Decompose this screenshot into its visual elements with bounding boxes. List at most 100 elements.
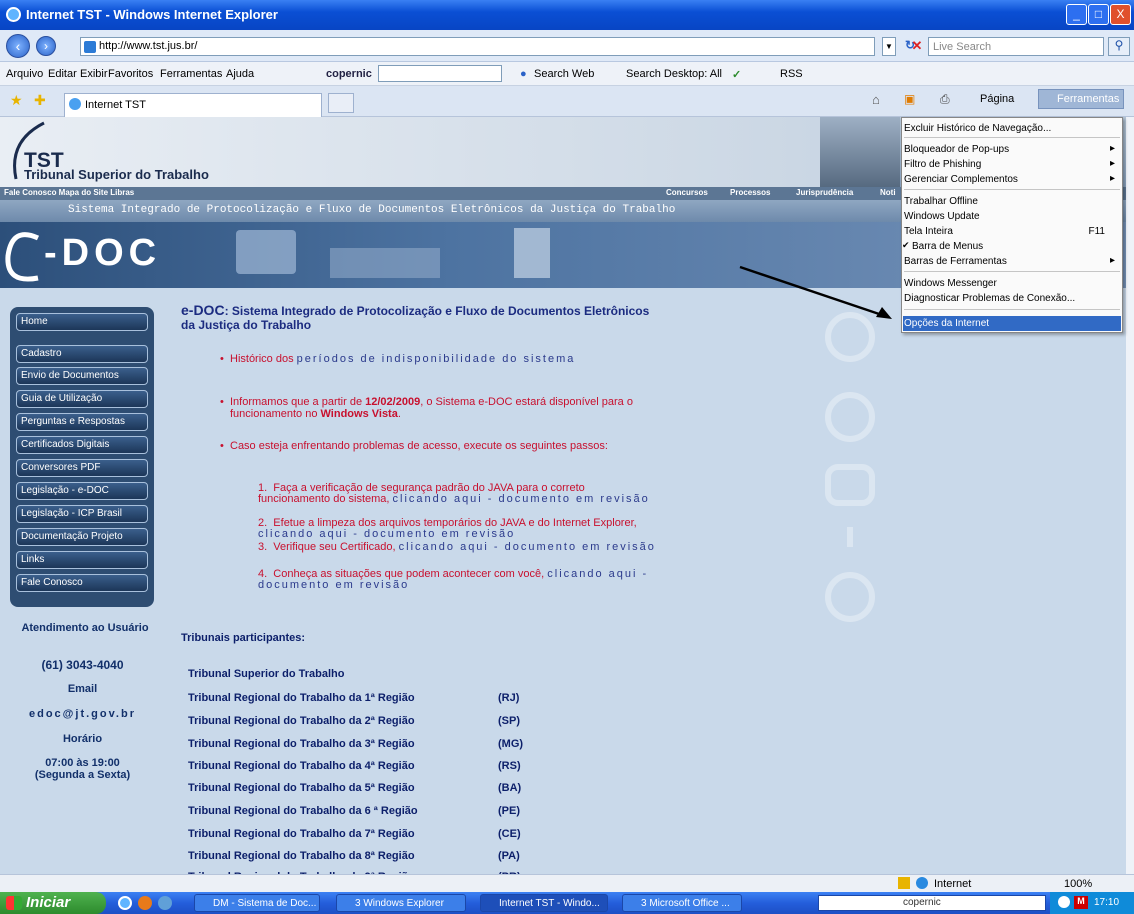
taskbar-office[interactable]: 3 Microsoft Office ...: [622, 894, 742, 912]
back-icon[interactable]: ‹: [6, 34, 30, 58]
link-jurisprudencia[interactable]: Jurisprudência: [796, 188, 853, 197]
menu-favoritos[interactable]: Favoritos: [108, 68, 153, 80]
copernic-taskbar-search[interactable]: copernic: [818, 895, 1046, 911]
tribunal-name[interactable]: Tribunal Regional do Trabalho da 3ª Regi…: [188, 738, 415, 750]
url-input[interactable]: http://www.tst.jus.br/: [80, 37, 875, 56]
dias-value: (Segunda a Sexta): [34, 769, 131, 781]
rss-button[interactable]: RSS: [780, 68, 803, 80]
email-address[interactable]: edoc@jt.gov.br: [0, 708, 165, 720]
submenu-arrow-icon: ▸: [1109, 143, 1115, 154]
step-3-link[interactable]: clicando aqui - documento em revisão: [399, 541, 656, 553]
tools-menu-item[interactable]: Opções da Internet: [903, 316, 1121, 331]
tools-menu-item[interactable]: Windows Update: [903, 209, 1121, 224]
link-concursos[interactable]: Concursos: [666, 188, 708, 197]
nav-cadastro[interactable]: Cadastro: [16, 345, 148, 363]
globe-zone-icon: [916, 877, 928, 889]
nav-perguntas-respostas[interactable]: Perguntas e Respostas: [16, 413, 148, 431]
historico-link[interactable]: períodos de indisponibilidade do sistema: [297, 353, 576, 365]
nav-legislacao-edoc[interactable]: Legislação - e-DOC: [16, 482, 148, 500]
step-3: 3. Verifique seu Certificado, clicando a…: [258, 541, 656, 553]
menu-arquivo[interactable]: Arquivo: [6, 68, 43, 80]
tribunal-name[interactable]: Tribunal Regional do Trabalho da 6 ª Reg…: [188, 805, 418, 817]
tools-menu-item[interactable]: Diagnosticar Problemas de Conexão...: [903, 291, 1121, 306]
maximize-button[interactable]: □: [1088, 4, 1109, 25]
taskbar-internet-tst[interactable]: Internet TST - Windo...: [480, 894, 608, 912]
search-desktop-button[interactable]: Search Desktop: All: [626, 68, 722, 80]
home-icon[interactable]: ⌂: [872, 92, 880, 107]
taskbar-explorer[interactable]: 3 Windows Explorer: [336, 894, 466, 912]
tools-menu-item[interactable]: Excluir Histórico de Navegação...: [903, 121, 1121, 136]
feeds-icon[interactable]: ▣: [904, 92, 915, 106]
tribunal-name[interactable]: Tribunal Regional do Trabalho da 2ª Regi…: [188, 715, 415, 727]
search-input[interactable]: Live Search: [928, 37, 1104, 56]
laptop-image: [236, 230, 296, 274]
nav-legislacao-icp[interactable]: Legislação - ICP Brasil: [16, 505, 148, 523]
copernic-search-input[interactable]: [378, 65, 502, 82]
page-heading: e-DOC: Sistema Integrado de Protocolizaç…: [181, 302, 650, 332]
tools-menu-item[interactable]: Barras de Ferramentas ▸: [903, 254, 1121, 269]
tools-menu-item[interactable]: Windows Messenger: [903, 276, 1121, 291]
search-web-button[interactable]: Search Web: [534, 68, 594, 80]
forward-icon[interactable]: ›: [36, 36, 56, 56]
tab-internet-tst[interactable]: Internet TST: [64, 93, 322, 117]
minimize-button[interactable]: _: [1066, 4, 1087, 25]
tribunal-name[interactable]: Tribunal Regional do Trabalho da 8ª Regi…: [188, 850, 415, 862]
tray-m-icon[interactable]: M: [1074, 896, 1088, 909]
pagina-menu[interactable]: Página: [980, 93, 1014, 105]
highlight-icon[interactable]: ✓: [732, 68, 741, 81]
nav-fale-conosco[interactable]: Fale Conosco: [16, 574, 148, 592]
tribunal-name[interactable]: Tribunal Regional do Trabalho da 1ª Regi…: [188, 692, 415, 704]
tools-menu-item[interactable]: ✔ Barra de Menus: [902, 239, 1121, 254]
stop-icon[interactable]: ✕: [908, 38, 926, 55]
step-2-link[interactable]: clicando aqui - documento em revisão: [258, 528, 515, 540]
menu-exibir[interactable]: Exibir: [80, 68, 108, 80]
tools-menu-item[interactable]: Gerenciar Complementos ▸: [903, 172, 1121, 187]
tribunal-uf: (CE): [498, 828, 521, 840]
annotation-arrow: [739, 265, 892, 319]
nav-guia-utilizacao[interactable]: Guia de Utilização: [16, 390, 148, 408]
menu-ferramentas[interactable]: Ferramentas: [160, 68, 222, 80]
nav-documentacao-projeto[interactable]: Documentação Projeto: [16, 528, 148, 546]
quicklaunch-ie-icon[interactable]: [118, 896, 132, 910]
tools-menu-item[interactable]: Filtro de Phishing ▸: [903, 157, 1121, 172]
ferramentas-menu[interactable]: Ferramentas: [1038, 89, 1124, 109]
quicklaunch-firefox-icon[interactable]: [138, 896, 152, 910]
submenu-arrow-icon: ▸: [1109, 158, 1115, 169]
nav-certificados-digitais[interactable]: Certificados Digitais: [16, 436, 148, 454]
new-tab-button[interactable]: [328, 93, 354, 113]
menu-ajuda[interactable]: Ajuda: [226, 68, 254, 80]
print-icon[interactable]: ⎙: [940, 92, 950, 107]
tools-menu-item[interactable]: Tela Inteira F11: [903, 224, 1121, 239]
menu-separator: [904, 189, 1120, 190]
search-icon[interactable]: ⚲: [1108, 37, 1130, 56]
top-links[interactable]: Fale Conosco Mapa do Site Libras: [4, 188, 134, 197]
nav-home[interactable]: Home: [16, 313, 148, 331]
step-1-link[interactable]: clicando aqui - documento em revisão: [393, 493, 650, 505]
tribunal-row: Tribunal Regional do Trabalho da 2ª Regi…: [188, 715, 520, 727]
quicklaunch-desktop-icon[interactable]: [158, 896, 172, 910]
link-processos[interactable]: Processos: [730, 188, 770, 197]
nav-links[interactable]: Links: [16, 551, 148, 569]
link-noticias[interactable]: Noti: [880, 188, 896, 197]
menu-editar[interactable]: Editar: [48, 68, 77, 80]
tray-network-icon[interactable]: [1058, 896, 1070, 908]
add-favorite-icon[interactable]: ✚: [34, 92, 46, 109]
tribunal-name[interactable]: Tribunal Superior do Trabalho: [188, 668, 344, 680]
address-bar: ‹ › http://www.tst.jus.br/ ▼ ↻ ✕ Live Se…: [0, 30, 1134, 62]
nav-envio-documentos[interactable]: Envio de Documentos: [16, 367, 148, 385]
tribunal-name[interactable]: Tribunal Regional do Trabalho da 7ª Regi…: [188, 828, 415, 840]
nav-conversores-pdf[interactable]: Conversores PDF: [16, 459, 148, 477]
tribunal-name[interactable]: Tribunal Regional do Trabalho da 5ª Regi…: [188, 782, 415, 794]
logo-area: TST Tribunal Superior do Trabalho: [0, 117, 900, 187]
vertical-scrollbar[interactable]: [1126, 117, 1134, 874]
tribunal-uf: (SP): [498, 715, 520, 727]
close-button[interactable]: X: [1110, 4, 1131, 25]
tribunal-name[interactable]: Tribunal Regional do Trabalho da 4ª Regi…: [188, 760, 415, 772]
tools-menu-item[interactable]: Trabalhar Offline: [903, 194, 1121, 209]
favorites-star-icon[interactable]: ★: [10, 92, 23, 109]
tools-menu-item[interactable]: Bloqueador de Pop-ups ▸: [903, 142, 1121, 157]
tribunal-uf: (BA): [498, 782, 522, 794]
zoom-level[interactable]: 100%: [1064, 878, 1092, 890]
url-dropdown-icon[interactable]: ▼: [882, 37, 896, 56]
taskbar-dm[interactable]: DM - Sistema de Doc...: [194, 894, 320, 912]
